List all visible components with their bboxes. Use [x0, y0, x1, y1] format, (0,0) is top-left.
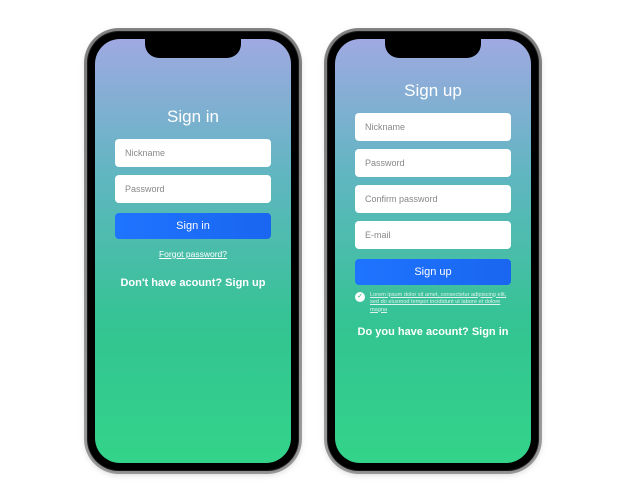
confirm-password-placeholder: Confirm password — [365, 194, 438, 204]
signin-switch-action: Sign up — [225, 277, 265, 289]
notch — [145, 38, 241, 58]
signup-password-placeholder: Password — [365, 158, 405, 168]
email-placeholder: E-mail — [365, 230, 391, 240]
terms-checkbox[interactable]: ✓ — [355, 292, 365, 302]
terms-text[interactable]: Lorem ipsum dolor sit amet, consectetur … — [370, 292, 511, 315]
signup-button[interactable]: Sign up — [355, 259, 511, 285]
password-input[interactable]: Password — [115, 175, 271, 203]
phone-signup: Sign up Nickname Password Confirm passwo… — [327, 31, 539, 471]
password-placeholder: Password — [125, 184, 165, 194]
signup-switch-row[interactable]: Do you have acount? Sign in — [358, 326, 509, 338]
phone-signin: Sign in Nickname Password Sign in Forgot… — [87, 31, 299, 471]
signin-button[interactable]: Sign in — [115, 213, 271, 239]
email-input[interactable]: E-mail — [355, 221, 511, 249]
forgot-password-link[interactable]: Forgot password? — [159, 249, 227, 259]
nickname-placeholder: Nickname — [125, 148, 165, 158]
notch — [385, 38, 481, 58]
signup-nickname-input[interactable]: Nickname — [355, 113, 511, 141]
signin-button-label: Sign in — [176, 220, 210, 232]
nickname-input[interactable]: Nickname — [115, 139, 271, 167]
signup-switch-prompt: Do you have acount? — [358, 326, 472, 338]
signup-password-input[interactable]: Password — [355, 149, 511, 177]
signup-switch-action: Sign in — [472, 326, 509, 338]
signin-switch-prompt: Don't have acount? — [120, 277, 225, 289]
signup-screen: Sign up Nickname Password Confirm passwo… — [335, 39, 531, 463]
signin-screen: Sign in Nickname Password Sign in Forgot… — [95, 39, 291, 463]
check-icon: ✓ — [357, 293, 363, 300]
signup-title: Sign up — [404, 81, 462, 101]
signin-switch-row[interactable]: Don't have acount? Sign up — [120, 277, 265, 289]
signup-button-label: Sign up — [414, 266, 451, 278]
terms-row: ✓ Lorem ipsum dolor sit amet, consectetu… — [355, 292, 511, 315]
signin-title: Sign in — [167, 107, 219, 127]
confirm-password-input[interactable]: Confirm password — [355, 185, 511, 213]
signup-nickname-placeholder: Nickname — [365, 122, 405, 132]
